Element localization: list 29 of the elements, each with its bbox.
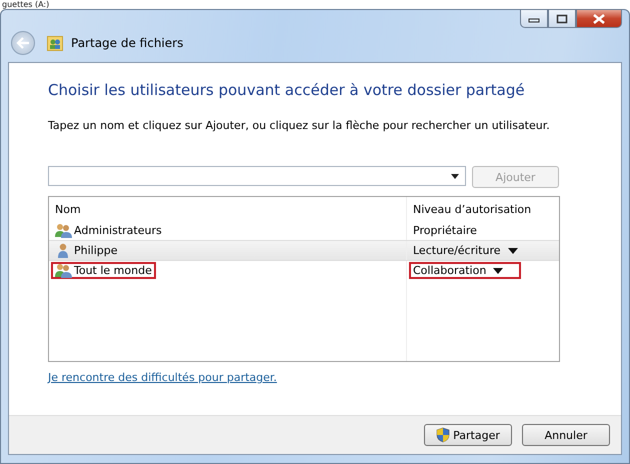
back-button[interactable] [11,31,35,55]
column-header[interactable]: Niveau d’autorisation [406,197,559,221]
back-icon [16,37,30,49]
cancel-button[interactable]: Annuler [522,424,610,446]
share-button[interactable]: Partager [424,424,512,446]
close-button[interactable] [576,9,622,28]
caret-icon [493,268,504,274]
column-header[interactable]: Nom [49,202,406,216]
close-icon [592,14,606,24]
permission-level-dropdown[interactable]: Lecture/écriture [413,244,518,257]
background-text: guettes (A:) [2,0,50,9]
caret-icon [451,174,459,178]
user-name: Tout le monde [74,264,152,277]
user-row[interactable]: Philippe Lecture/écriture [49,240,559,261]
users-folder-icon [47,35,63,51]
user-row[interactable]: Tout le monde Collaboration [49,261,559,280]
user-name: Administrateurs [74,224,162,237]
maximize-button[interactable] [548,9,576,28]
user-name: Philippe [74,244,118,257]
permission-level: Propriétaire [413,224,477,237]
minimize-button[interactable] [520,9,548,28]
maximize-icon [556,14,568,24]
instruction-text: Tapez un nom et cliquez sur Ajouter, ou cliquez sur la flèche pour rechercher un utilisateur. [48,119,551,132]
caret-icon [508,248,518,254]
heading: Choisir les utilisateurs pouvant accéder à votre dossier partagé [48,81,526,99]
help-link[interactable]: Je rencontre des difficultés pour partager. [48,371,277,384]
window-title: Partage de fichiers [71,36,184,50]
user-group-icon [55,263,72,278]
user-group-icon [55,223,72,238]
